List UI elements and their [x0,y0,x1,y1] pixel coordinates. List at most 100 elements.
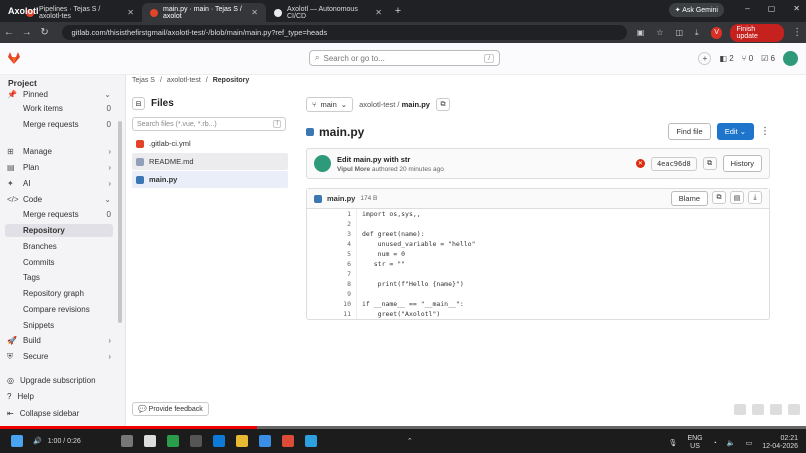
line-number[interactable]: 7 [307,269,351,279]
breadcrumb-item[interactable]: Repository [213,77,250,84]
share-icon[interactable] [770,404,782,415]
extensions-icon[interactable]: ◫ [675,28,683,38]
branch-selector[interactable]: ⑂ main ⌄ [306,97,354,112]
provide-feedback-button[interactable]: 💬 Provide feedback [132,402,209,416]
sidebar-scrollbar[interactable] [118,93,123,363]
commit-message[interactable]: Edit main.py with str [337,155,444,164]
sidebar-item-build[interactable]: 🚀 Build › [7,334,111,347]
browser-tab-main-py[interactable]: main.py · main · Tejas S / axolot ✕ [142,3,266,22]
search-input[interactable]: ⌕ Search or go to... / [309,50,500,66]
forward-icon[interactable]: → [18,27,36,38]
history-button[interactable]: History [722,155,762,172]
store-icon[interactable] [258,435,271,447]
edge-browser-icon[interactable] [212,435,225,447]
path-repo[interactable]: axolotl-test [359,100,395,109]
raw-file-icon[interactable]: ▤ [730,191,744,204]
sidebar-item-branches[interactable]: Branches [7,240,111,253]
help-link[interactable]: ? Help [7,392,34,401]
sidebar-item-plan[interactable]: ▤ Plan › [7,161,111,174]
gitlab-logo-icon[interactable] [7,51,21,65]
upgrade-subscription-link[interactable]: ◎ Upgrade subscription [7,376,96,385]
back-icon[interactable]: ← [0,27,18,38]
sidebar-item-commits[interactable]: Commits [7,256,111,269]
line-number[interactable]: 2 [307,219,351,229]
issues-button[interactable]: ◧ 2 [719,54,733,63]
speaker-icon[interactable]: 🔈 [727,439,736,447]
finish-update-button[interactable]: Finish update [730,23,785,42]
copy-path-icon[interactable]: ⧉ [435,98,450,111]
chevron-up-icon[interactable]: ⌃ [407,437,413,445]
like-icon[interactable] [734,404,746,415]
line-number[interactable]: 9 [307,289,351,299]
start-icon[interactable] [11,435,23,447]
breadcrumb-item[interactable]: axolotl-test [167,77,201,84]
scrollbar-thumb[interactable] [118,121,122,323]
commit-author-avatar[interactable] [314,155,331,172]
breadcrumb-item[interactable]: Tejas S [132,77,155,84]
sidebar-item-repository-graph[interactable]: Repository graph [7,287,111,300]
sidebar-item-code[interactable]: </> Code ⌄ [7,193,111,206]
close-tab-icon[interactable]: ✕ [375,8,382,17]
file-tree-item[interactable]: .gitlab-ci.yml [132,135,288,152]
mic-icon[interactable]: 🎙 [669,439,678,447]
maximize-icon[interactable]: ▢ [768,4,776,13]
close-tab-icon[interactable]: ✕ [251,8,258,17]
app-icon[interactable] [304,435,317,447]
line-number[interactable]: 8 [307,279,351,289]
sidebar-item-merge-requests-pinned[interactable]: Merge requests 0 [7,118,111,131]
line-number[interactable]: 4 [307,239,351,249]
sidebar-item-pinned[interactable]: 📌 Pinned ⌄ [7,88,111,101]
sidebar-item-merge-requests[interactable]: Merge requests 0 [7,208,111,221]
line-number[interactable]: 3 [307,229,351,239]
toggle-tree-icon[interactable]: ⊟ [132,97,145,110]
wifi-icon[interactable]: ◔ [713,440,717,447]
copy-sha-icon[interactable]: ⧉ [702,157,717,170]
clock[interactable]: 02:21 12-04-2026 [762,435,798,451]
find-file-button[interactable]: Find file [668,123,711,140]
line-number[interactable]: 5 [307,249,351,259]
url-field[interactable]: gitlab.com/thisisthefirstgmail/axolotl-t… [61,25,627,40]
file-explorer-icon[interactable] [235,435,248,447]
more-icon[interactable] [788,404,800,415]
sidebar-item-secure[interactable]: ⛨ Secure › [7,350,111,363]
pipeline-failed-icon[interactable]: ✕ [635,159,645,168]
settings-app-icon[interactable] [120,435,133,447]
edit-button[interactable]: Edit ⌄ [716,123,754,140]
install-icon[interactable]: ▣ [637,28,645,38]
user-avatar[interactable] [783,51,798,66]
browser-tab-axolotl[interactable]: Axolotl — Autonomous CI/CD ✕ [266,3,390,22]
line-number[interactable]: 10 [307,299,351,309]
menu-icon[interactable]: ⋮ [788,27,806,38]
sidebar-item-work-items[interactable]: Work items 0 [7,102,111,115]
blame-button[interactable]: Blame [670,191,708,206]
volume-icon[interactable]: 🔊 [33,437,42,445]
app-icon[interactable] [166,435,179,447]
sidebar-item-snippets[interactable]: Snippets [7,319,111,332]
sidebar-item-manage[interactable]: ⊞ Manage › [7,145,111,158]
dislike-icon[interactable] [752,404,764,415]
reload-icon[interactable]: ↻ [36,27,54,38]
file-tree-item[interactable]: README.md [132,153,288,170]
copy-contents-icon[interactable]: ⧉ [712,191,726,204]
chrome-browser-icon[interactable] [281,435,294,447]
more-actions-icon[interactable]: ⋮ [760,126,770,137]
line-number[interactable]: 1 [307,209,351,219]
minimize-icon[interactable]: – [745,4,749,13]
line-number[interactable]: 11 [307,309,351,319]
sidebar-item-tags[interactable]: Tags [7,271,111,284]
sidebar-item-repository[interactable]: Repository [5,224,113,237]
new-tab-button[interactable]: + [390,5,406,17]
dell-app-icon[interactable] [189,435,202,447]
profile-avatar[interactable]: V [710,26,723,39]
file-search-input[interactable]: Search files (*.vue, *.rb...) f [132,117,286,131]
commit-author[interactable]: Vipul More [337,166,370,173]
battery-icon[interactable]: ▭ [746,439,753,447]
ask-gemini-button[interactable]: ✦ Ask Gemini [668,3,724,17]
sidebar-item-compare-revisions[interactable]: Compare revisions [7,303,111,316]
merge-requests-button[interactable]: ⑂ 0 [742,54,753,63]
star-icon[interactable]: ☆ [656,28,663,38]
file-tree-item[interactable]: main.py [132,171,288,188]
close-tab-icon[interactable]: ✕ [127,8,134,17]
sidebar-item-ai[interactable]: ✦ AI › [7,177,111,190]
todos-button[interactable]: ☑ 6 [761,54,775,63]
